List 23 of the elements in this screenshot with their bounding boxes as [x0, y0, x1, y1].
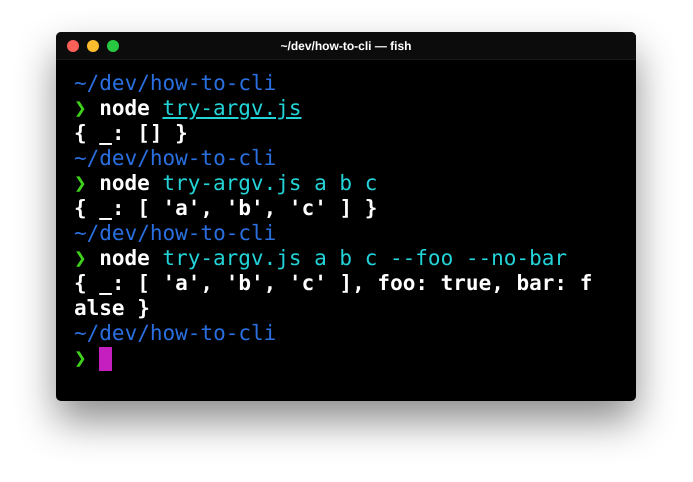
output-line: { _: [ 'a', 'b', 'c' ], foo: true, bar: f [74, 271, 592, 296]
maximize-icon[interactable] [107, 40, 119, 52]
prompt-symbol: ❯ [74, 96, 87, 121]
window-title: ~/dev/how-to-cli — fish [280, 38, 412, 54]
prompt-path: ~/dev/how-to-cli [74, 146, 276, 171]
output-line: alse } [74, 296, 150, 321]
prompt-symbol: ❯ [74, 171, 87, 196]
close-icon[interactable] [67, 40, 79, 52]
minimize-icon[interactable] [87, 40, 99, 52]
command-arguments: try-argv.js a b c --foo --no-bar [162, 246, 567, 271]
output-line: { _: [ 'a', 'b', 'c' ] } [74, 196, 378, 221]
command-name: node [99, 246, 150, 271]
output-line: { _: [] } [74, 121, 188, 146]
command-arguments: try-argv.js [162, 96, 302, 121]
command-name: node [99, 171, 150, 196]
text-cursor [99, 346, 112, 370]
command-arguments: try-argv.js a b c [162, 171, 378, 196]
prompt-path: ~/dev/how-to-cli [74, 71, 276, 96]
prompt-symbol: ❯ [74, 346, 87, 371]
prompt-path: ~/dev/how-to-cli [74, 221, 276, 246]
prompt-symbol: ❯ [74, 246, 87, 271]
prompt-path: ~/dev/how-to-cli [74, 321, 276, 346]
command-name: node [99, 96, 150, 121]
